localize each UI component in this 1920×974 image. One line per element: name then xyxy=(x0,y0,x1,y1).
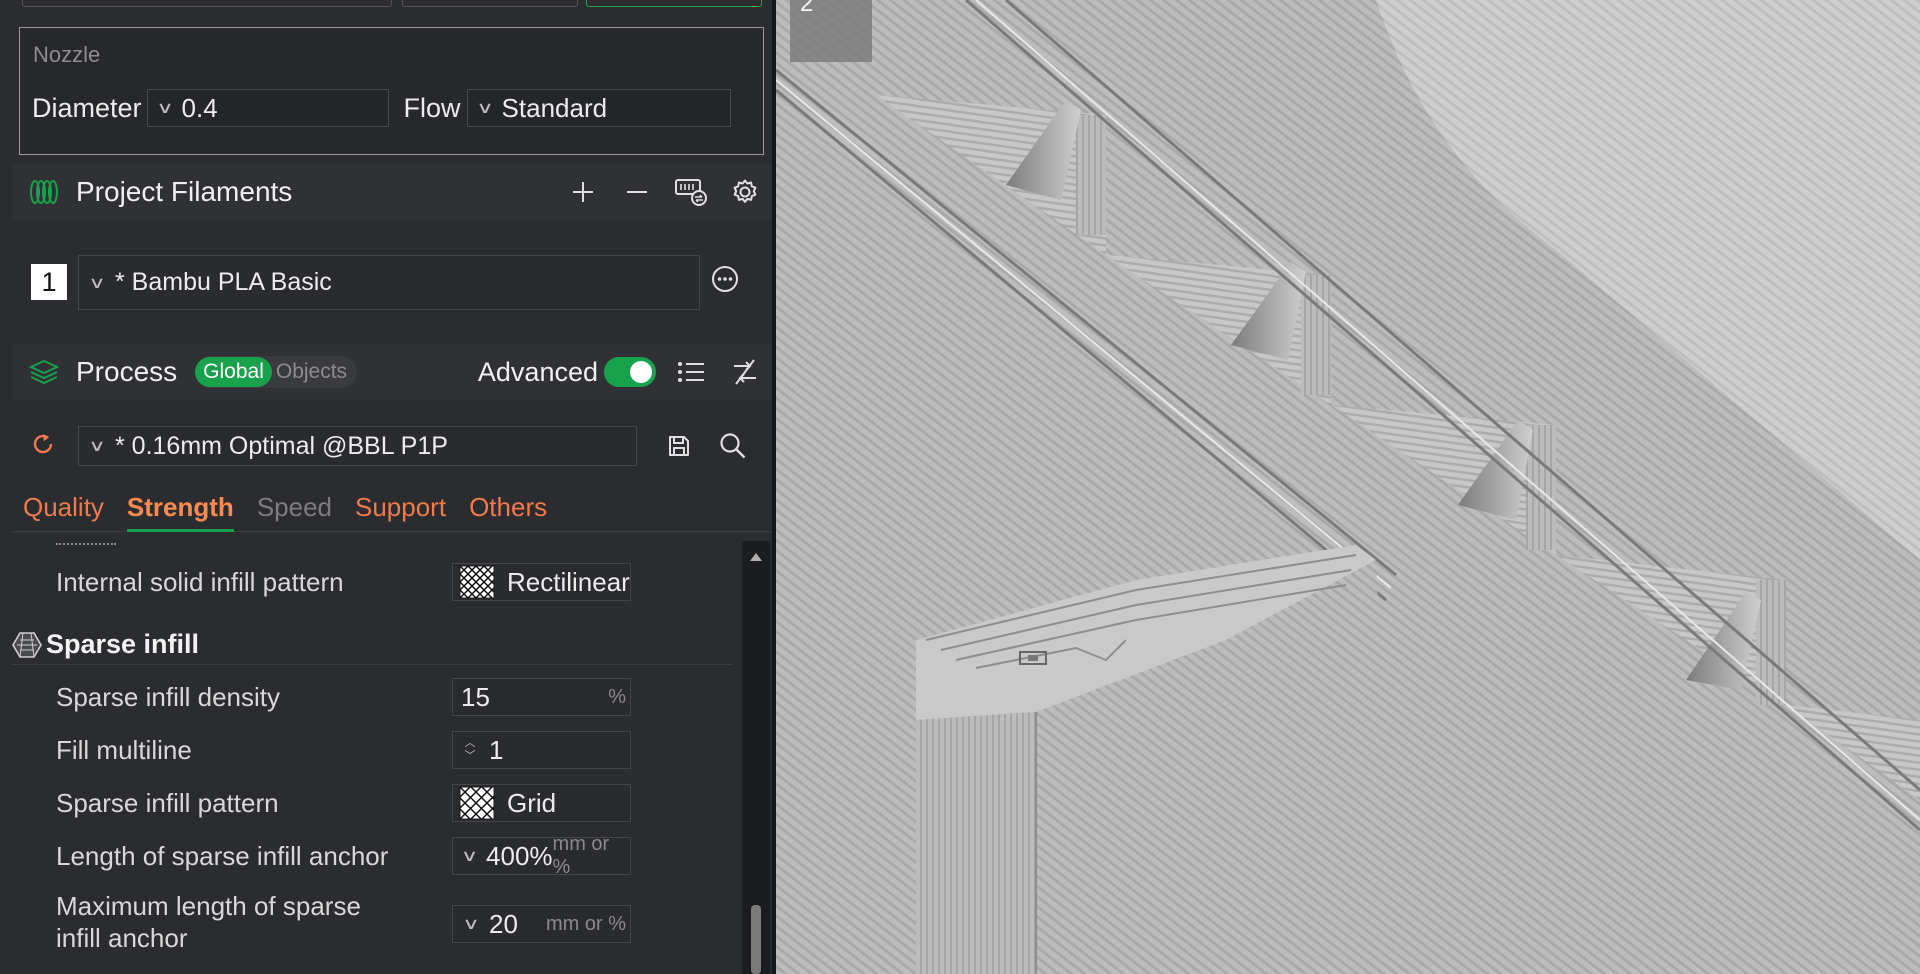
minus-icon xyxy=(627,191,647,193)
sparse-pattern-value: Grid xyxy=(507,787,557,818)
setting-label: Internal solid infill pattern xyxy=(56,567,344,597)
project-filaments-title: Project Filaments xyxy=(76,176,293,207)
save-preset-button[interactable] xyxy=(652,422,706,470)
process-scope-toggle: Global Objects xyxy=(195,356,358,388)
anchor-length-value: 400% xyxy=(486,840,553,871)
tab-speed[interactable]: Speed xyxy=(257,488,332,532)
process-header: Process Global Objects Advanced xyxy=(12,344,772,400)
chevron-down-icon: ∨ xyxy=(460,848,479,865)
setting-label-line2: infill anchor xyxy=(56,923,188,953)
plate-select-stub[interactable] xyxy=(402,0,578,7)
anchor-max-unit: mm or % xyxy=(546,912,626,935)
scroll-up-arrow-icon[interactable] xyxy=(750,553,762,561)
filament-spool-icon xyxy=(12,164,76,220)
nozzle-flow-select[interactable]: ∨ Standard xyxy=(466,89,731,127)
chevron-down-icon: ∨ xyxy=(475,100,494,117)
ams-sync-icon xyxy=(675,179,707,206)
filament-more-button[interactable] xyxy=(710,264,740,299)
save-icon xyxy=(669,436,689,456)
filament-preset-name: * Bambu PLA Basic xyxy=(115,268,332,296)
search-icon xyxy=(720,433,746,459)
clipped-previous-row xyxy=(56,541,116,545)
tab-support[interactable]: Support xyxy=(355,488,446,532)
settings-list-button[interactable] xyxy=(664,348,718,396)
process-preset-select[interactable]: ∨ * 0.16mm Optimal @BBL P1P xyxy=(78,426,637,466)
process-layers-icon xyxy=(12,344,76,400)
sync-filaments-button[interactable] xyxy=(664,168,718,216)
reset-icon[interactable] xyxy=(29,430,57,463)
process-preset-row: ∨ * 0.16mm Optimal @BBL P1P xyxy=(12,420,772,472)
plate-thumbnail[interactable]: 2 xyxy=(790,0,872,62)
advanced-label: Advanced xyxy=(477,356,598,387)
internal-solid-pattern-select[interactable]: Rectilinear xyxy=(452,563,631,601)
flow-label: Flow xyxy=(403,92,461,123)
multiline-value: 1 xyxy=(489,734,504,765)
compare-icon xyxy=(734,359,756,385)
chevron-down-icon: ∨ xyxy=(462,916,480,933)
chevron-down-icon: ∨ xyxy=(88,438,106,455)
compare-presets-button[interactable] xyxy=(718,348,772,396)
tab-quality[interactable]: Quality xyxy=(23,488,104,532)
process-tabs: Quality Strength Speed Support Others xyxy=(12,488,772,532)
list-icon xyxy=(678,362,704,382)
filament-settings-button[interactable] xyxy=(718,168,772,216)
sparse-infill-group-header: Sparse infill xyxy=(12,625,732,665)
internal-solid-pattern-value: Rectilinear xyxy=(507,566,630,597)
process-preset-name: * 0.16mm Optimal @BBL P1P xyxy=(115,431,448,460)
setting-label-line1: Maximum length of sparse xyxy=(56,891,361,921)
tab-others[interactable]: Others xyxy=(469,488,547,532)
3d-viewport[interactable]: 2 xyxy=(776,0,1920,974)
hexagon-grid-icon xyxy=(12,631,42,658)
plate-number: 2 xyxy=(800,0,814,17)
printer-select-stub[interactable] xyxy=(22,0,392,7)
sliced-model-render xyxy=(776,0,1920,974)
process-title: Process xyxy=(76,356,178,387)
nozzle-group: Nozzle Diameter ∨ 0.4 Flow ∨ Standard xyxy=(19,27,764,155)
remove-filament-button[interactable] xyxy=(610,168,664,216)
more-options-icon xyxy=(712,266,738,292)
settings-scrollbar[interactable] xyxy=(742,541,770,974)
setting-label: Length of sparse infill anchor xyxy=(56,841,389,871)
gear-icon xyxy=(733,179,757,203)
fill-multiline-spinner[interactable]: ︿ ﹀ 1 xyxy=(452,731,631,769)
settings-panel: Nozzle Diameter ∨ 0.4 Flow ∨ Standard Pr… xyxy=(0,0,776,974)
rectilinear-pattern-icon xyxy=(457,564,497,600)
anchor-length-combo[interactable]: ∨ 400% mm or % xyxy=(452,833,631,878)
density-value: 15 xyxy=(461,681,490,712)
advanced-toggle-switch[interactable] xyxy=(604,357,656,387)
add-filament-button[interactable] xyxy=(556,168,610,216)
filament-preset-select[interactable]: ∨ * Bambu PLA Basic xyxy=(78,255,700,310)
scope-objects-tab[interactable]: Objects xyxy=(272,360,351,384)
setting-label: Sparse infill density xyxy=(56,682,280,712)
sparse-infill-title: Sparse infill xyxy=(46,629,200,659)
sparse-infill-density-input[interactable]: 15 % xyxy=(452,678,631,716)
scope-global-tab[interactable]: Global xyxy=(195,357,272,387)
tab-strength[interactable]: Strength xyxy=(126,488,234,532)
filament-list-item: 1 ∨ * Bambu PLA Basic xyxy=(12,250,772,314)
project-filaments-header: Project Filaments xyxy=(12,164,772,220)
chevron-down-icon: ∨ xyxy=(88,274,106,292)
anchor-max-combo[interactable]: ∨ 20 mm or % xyxy=(452,905,631,943)
plus-icon xyxy=(573,182,593,202)
sparse-infill-pattern-select[interactable]: Grid xyxy=(452,784,631,822)
nozzle-title: Nozzle xyxy=(33,42,101,67)
scrollbar-thumb[interactable] xyxy=(751,905,761,974)
filament-index-badge[interactable]: 1 xyxy=(31,264,67,300)
nozzle-flow-value: Standard xyxy=(501,92,608,123)
search-settings-button[interactable] xyxy=(706,422,760,470)
setting-label: Sparse infill pattern xyxy=(56,788,279,818)
setting-label: Fill multiline xyxy=(56,735,192,765)
settings-list: Internal solid infill pattern Rectilinea… xyxy=(12,541,742,974)
nozzle-diameter-select[interactable]: ∨ 0.4 xyxy=(146,89,389,127)
anchor-length-unit: mm or % xyxy=(552,833,610,878)
sync-button-stub[interactable] xyxy=(586,0,762,7)
density-unit: % xyxy=(608,685,626,708)
chevron-down-icon: ∨ xyxy=(155,100,174,117)
diameter-label: Diameter xyxy=(32,92,142,123)
grid-pattern-icon xyxy=(457,785,497,821)
stepper-arrows-icon[interactable]: ︿ ﹀ xyxy=(457,737,483,763)
